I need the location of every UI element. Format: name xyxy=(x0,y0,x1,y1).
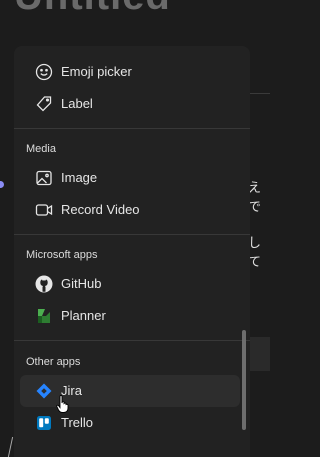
menu-item-label: Record Video xyxy=(61,202,140,217)
section-divider xyxy=(14,234,250,235)
menu-item-github[interactable]: GitHub xyxy=(20,268,240,300)
section-header-other-apps: Other apps xyxy=(26,356,81,368)
section-header-media: Media xyxy=(26,143,56,155)
insert-menu: Emoji picker Label Media Image Record Vi… xyxy=(14,46,250,457)
menu-item-image[interactable]: Image xyxy=(20,162,240,194)
menu-item-jira[interactable]: Jira xyxy=(20,375,240,407)
video-camera-icon xyxy=(34,200,54,220)
section-header-microsoft-apps: Microsoft apps xyxy=(26,249,98,261)
accent-indicator xyxy=(0,181,4,188)
menu-item-label: Planner xyxy=(61,308,106,323)
menu-item-emoji-picker[interactable]: Emoji picker xyxy=(20,56,240,88)
menu-item-label: Trello xyxy=(61,415,94,430)
section-divider xyxy=(14,128,250,129)
menu-item-label: GitHub xyxy=(61,276,102,291)
menu-item-label: Emoji picker xyxy=(61,64,132,79)
jira-icon xyxy=(34,381,54,401)
background-text: えで xyxy=(248,180,262,214)
trello-icon xyxy=(34,413,54,433)
menu-item-label-tag[interactable]: Label xyxy=(20,88,240,120)
tag-icon xyxy=(34,94,54,114)
menu-item-record-video[interactable]: Record Video xyxy=(20,194,240,226)
background-divider xyxy=(248,93,270,94)
menu-item-trello[interactable]: Trello xyxy=(20,407,240,439)
background-text: して xyxy=(248,235,262,269)
menu-scrollbar[interactable] xyxy=(242,330,246,430)
menu-item-label: Label xyxy=(61,96,93,111)
menu-item-planner[interactable]: Planner xyxy=(20,300,240,332)
document-title: Untitled xyxy=(14,0,171,19)
github-icon xyxy=(34,274,54,294)
emoji-icon xyxy=(34,62,54,82)
planner-icon xyxy=(34,306,54,326)
hand-cursor-icon xyxy=(56,395,70,413)
image-icon xyxy=(34,168,54,188)
section-divider xyxy=(14,340,250,341)
menu-item-label: Image xyxy=(61,170,98,185)
